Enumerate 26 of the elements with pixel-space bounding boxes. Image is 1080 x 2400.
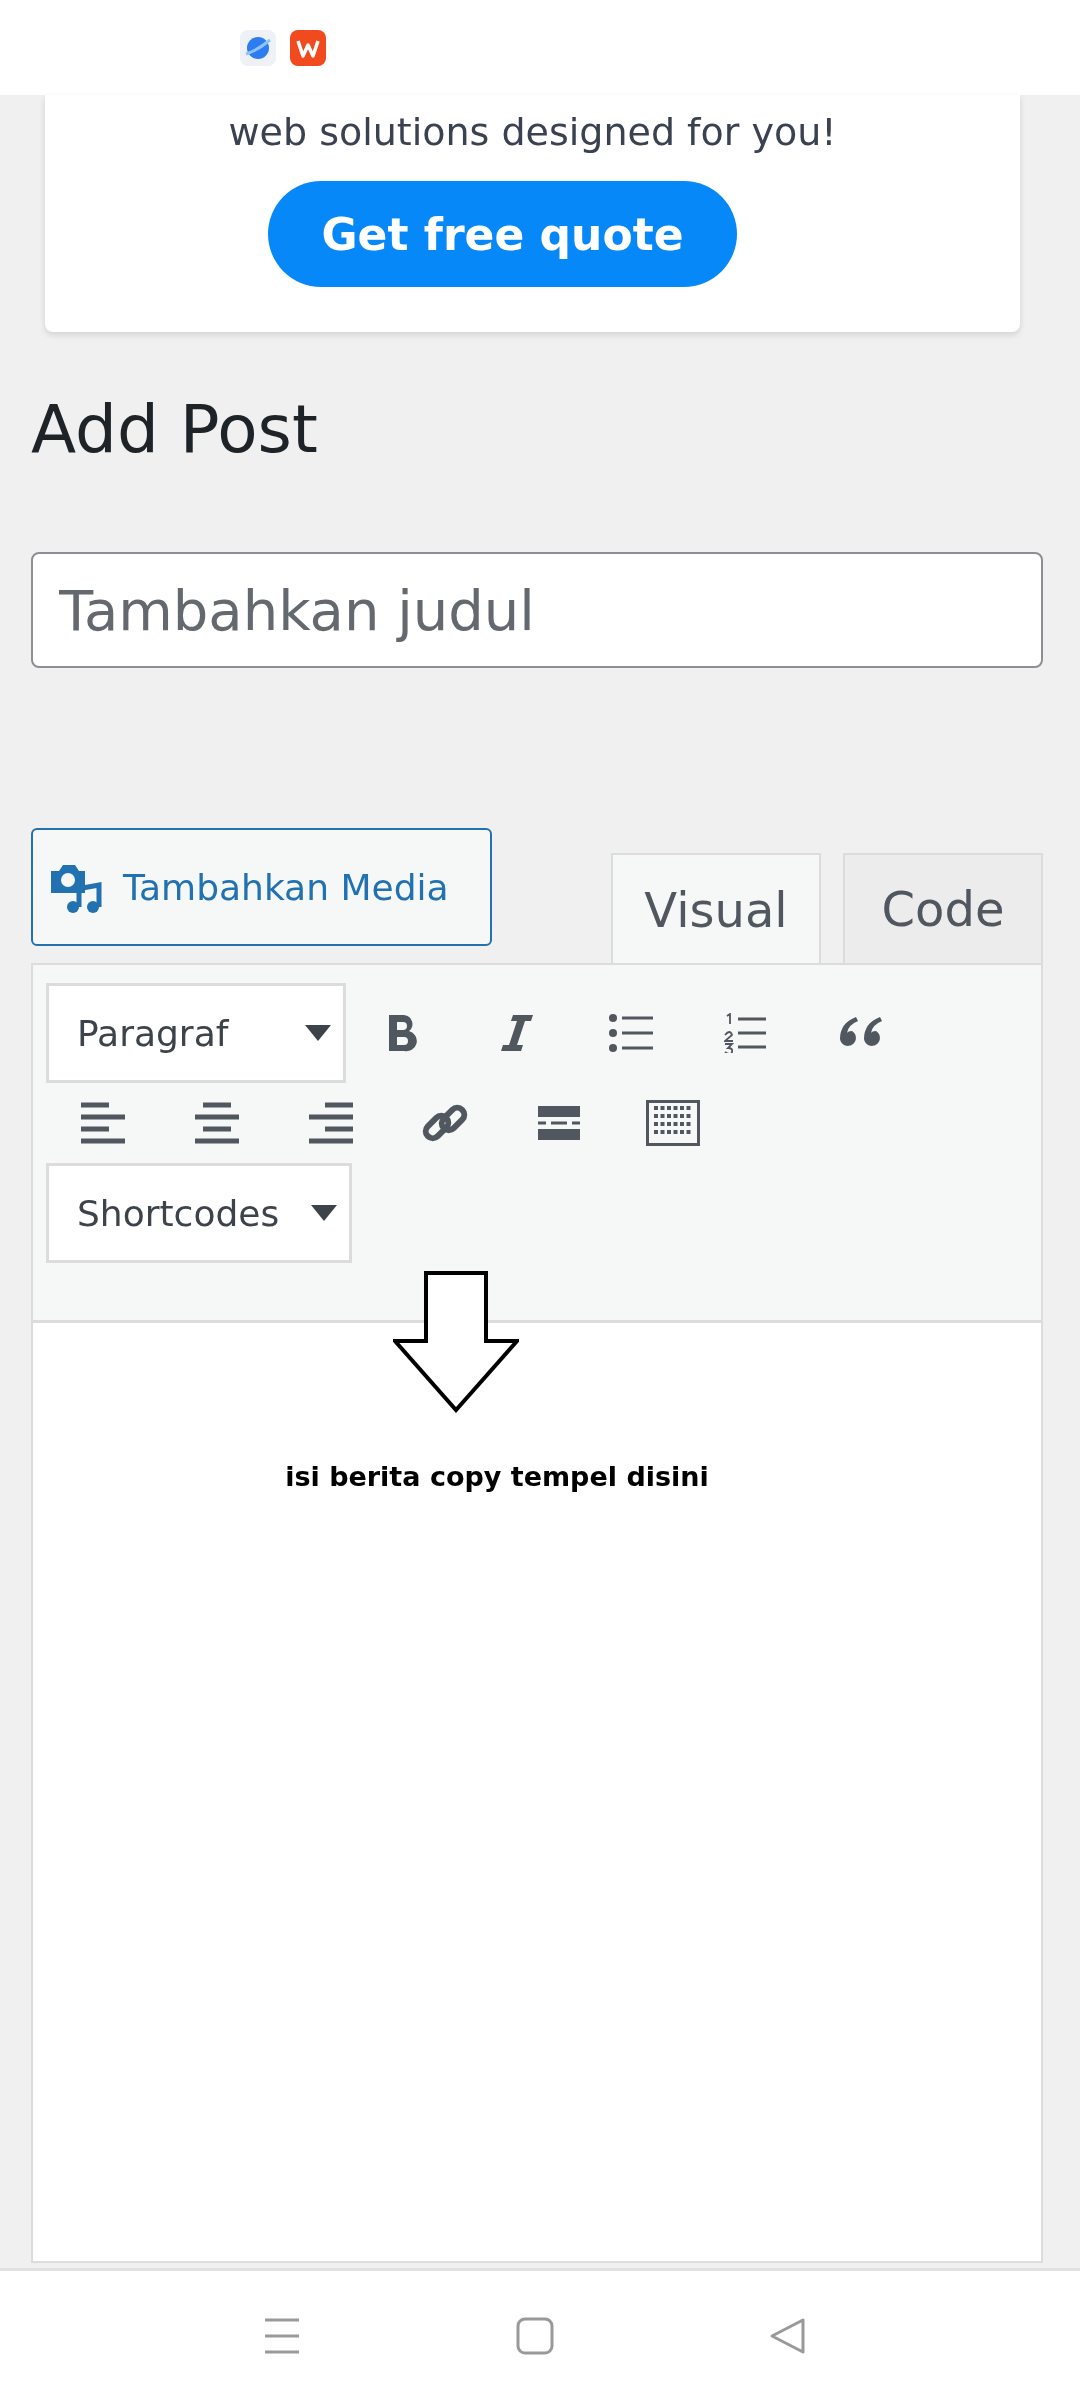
home-icon[interactable]: [516, 2316, 554, 2355]
align-right-icon[interactable]: [309, 1102, 353, 1144]
promo-text: web solutions designed for you!: [228, 109, 837, 156]
align-left-icon[interactable]: [81, 1102, 125, 1144]
title-field[interactable]: Tambahkan judul: [31, 552, 1043, 668]
format-select[interactable]: Paragraf: [46, 983, 346, 1083]
keyboard-icon[interactable]: [646, 1100, 700, 1146]
add-media-button[interactable]: Tambahkan Media: [31, 828, 492, 946]
app-icon: [290, 29, 326, 66]
app-icon: [240, 29, 276, 66]
page-title: Add Post: [31, 390, 319, 470]
shortcodes-select[interactable]: Shortcodes: [46, 1163, 352, 1263]
read-more-icon[interactable]: [538, 1106, 580, 1140]
bulleted-list-icon[interactable]: [609, 1013, 653, 1053]
annotation-text: isi berita copy tempel disini: [285, 1461, 709, 1494]
editor-tab[interactable]: Code: [843, 853, 1043, 963]
caret-icon: [311, 1203, 337, 1223]
back-icon[interactable]: [769, 2316, 807, 2355]
editor-tab[interactable]: Visual: [611, 853, 821, 965]
caret-icon: [305, 1023, 331, 1043]
quote-button[interactable]: Get free quote: [268, 181, 737, 287]
align-center-icon[interactable]: [195, 1102, 239, 1144]
italic-icon[interactable]: [499, 1012, 535, 1054]
content-editor[interactable]: isi berita copy tempel disini: [33, 1323, 1041, 2261]
menu-icon[interactable]: [263, 2316, 301, 2355]
numbered-list-icon[interactable]: [724, 1013, 766, 1053]
